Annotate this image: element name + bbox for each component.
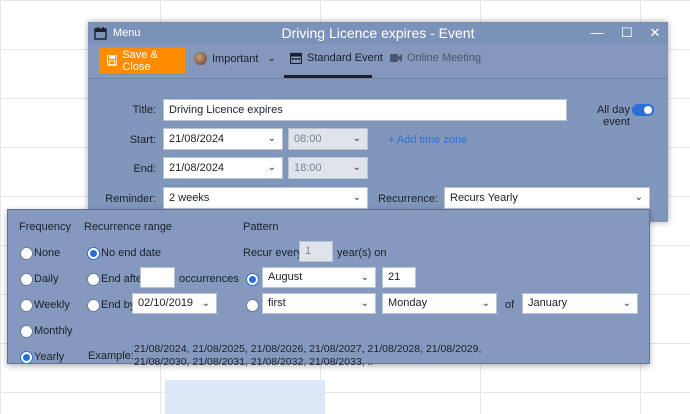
of-label: of	[505, 299, 515, 311]
chevron-down-icon: ⌄	[267, 133, 276, 144]
chevron-down-icon: ⌄	[267, 53, 276, 64]
occurrences-label: occurrences	[179, 273, 239, 285]
importance-dropdown[interactable]: Important ⌄	[194, 52, 276, 65]
day-input[interactable]: 21	[382, 267, 416, 288]
frequency-header: Frequency	[19, 221, 71, 233]
frequency-daily-label: Daily	[34, 273, 59, 285]
window-title: Driving Licence expires - Event	[281, 25, 475, 41]
importance-label: Important	[212, 52, 259, 65]
example-dates-line-2: 21/08/2030, 21/08/2031, 21/08/2032, 21/0…	[134, 356, 374, 368]
event-window: Menu Driving Licence expires - Event — ☐…	[88, 22, 668, 222]
tab-online-label: Online Meeting	[407, 52, 481, 64]
end-by-date-picker[interactable]: 02/10/2019 ⌄	[132, 293, 217, 314]
video-camera-icon	[390, 54, 402, 62]
weekday-dropdown[interactable]: Monday ⌄	[382, 293, 497, 314]
minimize-button[interactable]: —	[588, 24, 606, 42]
example-label: Example:	[88, 350, 134, 362]
title-bar: Menu Driving Licence expires - Event — ☐…	[88, 22, 668, 44]
pattern-header: Pattern	[243, 221, 279, 233]
end-time-value: 18:00	[294, 162, 322, 174]
month-value: August	[268, 271, 303, 283]
start-date-value: 21/08/2024	[169, 133, 225, 145]
ordinal-value: first	[268, 297, 286, 309]
pattern-date-radio[interactable]	[246, 273, 259, 286]
recurrence-panel: Frequency Recurrence range Pattern None …	[7, 209, 650, 368]
close-button[interactable]: ✕	[646, 24, 664, 42]
recurrence-range-header: Recurrence range	[84, 221, 173, 233]
all-day-label: All day event	[596, 104, 630, 128]
frequency-yearly-radio[interactable]	[20, 351, 33, 364]
frequency-yearly-label: Yearly	[34, 351, 65, 363]
calendar-today-cell	[165, 380, 325, 414]
end-time-picker[interactable]: 18:00 ⌄	[288, 157, 368, 179]
chevron-down-icon: ⌄	[634, 192, 643, 203]
range-end-after-label: End after	[101, 273, 146, 285]
toolbar-divider	[88, 78, 668, 79]
title-label: Title:	[132, 104, 156, 116]
range-end-by-radio[interactable]	[87, 299, 100, 312]
range-no-end-radio[interactable]	[87, 247, 100, 260]
frequency-monthly-label: Monthly	[34, 325, 73, 337]
chevron-down-icon: ⌄	[360, 272, 369, 283]
tab-standard-label: Standard Event	[307, 52, 383, 64]
importance-avatar	[194, 52, 207, 65]
chevron-down-icon: ⌄	[352, 133, 361, 144]
range-end-after-radio[interactable]	[87, 273, 100, 286]
calendar-icon	[290, 52, 302, 64]
of-month-value: January	[528, 297, 568, 309]
range-no-end-label: No end date	[101, 247, 161, 259]
frequency-none-radio[interactable]	[20, 247, 33, 260]
recurrence-dropdown[interactable]: Recurs Yearly ⌄	[444, 187, 650, 209]
range-end-by-label: End by	[101, 299, 136, 311]
chevron-down-icon: ⌄	[352, 162, 361, 173]
reminder-dropdown[interactable]: 2 weeks ⌄	[163, 187, 368, 209]
maximize-button[interactable]: ☐	[618, 24, 636, 42]
start-label: Start:	[129, 134, 156, 146]
occurrences-input[interactable]	[140, 267, 175, 288]
end-label: End:	[133, 163, 156, 175]
save-close-button[interactable]: Save & Close	[99, 48, 185, 73]
save-icon	[107, 55, 118, 66]
end-date-value: 21/08/2024	[169, 162, 225, 174]
start-time-value: 08:00	[294, 133, 322, 145]
chevron-down-icon: ⌄	[352, 192, 361, 203]
frequency-daily-radio[interactable]	[20, 273, 33, 286]
frequency-none-label: None	[34, 247, 61, 259]
recur-every-input[interactable]: 1	[299, 241, 333, 262]
end-by-date-value: 02/10/2019	[138, 297, 194, 309]
chevron-down-icon: ⌄	[360, 298, 369, 309]
pattern-relative-radio[interactable]	[246, 299, 259, 312]
recur-every-label: Recur every	[243, 247, 303, 259]
recur-every-unit: year(s) on	[337, 247, 387, 259]
frequency-weekly-label: Weekly	[34, 299, 70, 311]
end-date-picker[interactable]: 21/08/2024 ⌄	[163, 157, 283, 179]
frequency-weekly-radio[interactable]	[20, 299, 33, 312]
start-time-picker[interactable]: 08:00 ⌄	[288, 128, 368, 150]
recurrence-label: Recurrence:	[378, 193, 438, 205]
chevron-down-icon: ⌄	[622, 298, 631, 309]
save-close-label: Save & Close	[122, 48, 158, 73]
chevron-down-icon: ⌄	[481, 298, 490, 309]
all-day-toggle[interactable]	[632, 104, 654, 116]
add-time-zone-link[interactable]: + Add time zone	[388, 134, 467, 146]
reminder-value: 2 weeks	[169, 192, 210, 204]
chevron-down-icon: ⌄	[201, 298, 210, 309]
toolbar: Save & Close Important ⌄ Standard Event …	[88, 44, 668, 78]
frequency-monthly-radio[interactable]	[20, 325, 33, 338]
tab-standard-event[interactable]: Standard Event	[290, 52, 383, 64]
month-dropdown[interactable]: August ⌄	[262, 267, 376, 288]
chevron-down-icon: ⌄	[267, 162, 276, 173]
start-date-picker[interactable]: 21/08/2024 ⌄	[163, 128, 283, 150]
tab-online-meeting[interactable]: Online Meeting	[390, 52, 481, 64]
title-input[interactable]: Driving Licence expires	[163, 99, 567, 121]
ordinal-dropdown[interactable]: first ⌄	[262, 293, 376, 314]
example-dates-line-1: 21/08/2024, 21/08/2025, 21/08/2026, 21/0…	[134, 343, 482, 355]
weekday-value: Monday	[388, 297, 428, 309]
of-month-dropdown[interactable]: January ⌄	[522, 293, 638, 314]
reminder-label: Reminder:	[105, 193, 156, 205]
recurrence-value: Recurs Yearly	[450, 192, 518, 204]
